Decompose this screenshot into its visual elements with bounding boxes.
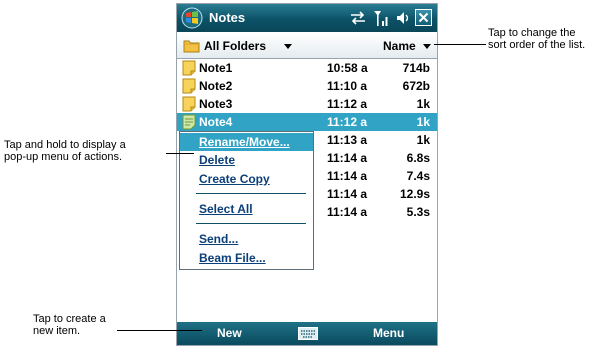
note-size: 1k: [416, 97, 430, 111]
device-screen: Notes All Folders Name Note1 10:58 a 714…: [176, 3, 438, 346]
title-bar: Notes: [177, 4, 437, 32]
callout-leader-line: [434, 44, 486, 45]
note-time: 11:14 a: [327, 151, 368, 165]
note-time: 10:58 a: [327, 61, 368, 75]
note-size: 1k: [416, 133, 430, 147]
callout-text: Tap to create a: [33, 313, 106, 325]
note-size: 714b: [402, 61, 430, 75]
menu-item-beam-file[interactable]: Beam File...: [180, 249, 313, 267]
callout-leader-line: [117, 330, 202, 331]
note-size: 12.9s: [399, 187, 430, 201]
callout-new-item: Tap to create a new item.: [33, 313, 106, 337]
list-item[interactable]: Note3 11:12 a 1k: [177, 95, 437, 113]
callout-popup-menu: Tap and hold to display a pop-up menu of…: [4, 139, 126, 163]
menu-item-create-copy[interactable]: Create Copy: [180, 170, 313, 188]
list-item[interactable]: Note1 10:58 a 714b: [177, 59, 437, 77]
folder-bar: All Folders Name: [177, 33, 437, 59]
note-size: 672b: [402, 79, 430, 93]
menu-item-label: Send...: [199, 232, 239, 246]
app-title: Notes: [209, 10, 246, 25]
callout-text: sort order of the list.: [488, 39, 586, 51]
volume-icon[interactable]: [395, 9, 411, 27]
menu-softkey[interactable]: Menu: [373, 326, 404, 340]
note-name: Note1: [199, 61, 233, 75]
note-icon: [182, 60, 196, 76]
list-item-selected[interactable]: Note4 11:12 a 1k: [177, 113, 437, 131]
note-name: Note4: [199, 115, 233, 129]
menu-divider: [196, 193, 306, 194]
note-time: 11:10 a: [327, 79, 368, 93]
note-time: 11:14 a: [327, 205, 368, 219]
menu-item-delete[interactable]: Delete: [180, 151, 313, 169]
note-name: Note3: [199, 97, 233, 111]
callout-text: new item.: [33, 325, 81, 337]
keyboard-icon[interactable]: [298, 327, 318, 340]
sort-dropdown[interactable]: Name: [383, 39, 416, 53]
context-menu: Rename/Move... Delete Create Copy Select…: [179, 131, 314, 270]
signal-strength-icon[interactable]: [373, 9, 389, 27]
note-icon: [182, 78, 196, 94]
new-softkey[interactable]: New: [217, 326, 242, 340]
menu-item-send[interactable]: Send...: [180, 230, 313, 248]
menu-item-label: Rename/Move...: [199, 135, 290, 149]
note-icon: [182, 96, 196, 112]
close-button[interactable]: [415, 9, 432, 26]
windows-start-icon[interactable]: [181, 7, 203, 29]
menu-item-rename-move[interactable]: Rename/Move...: [180, 133, 313, 151]
menu-item-label: Beam File...: [199, 251, 266, 265]
note-size: 6.8s: [406, 151, 430, 165]
callout-text: Tap and hold to display a: [4, 139, 126, 151]
menu-divider: [196, 223, 306, 224]
folder-icon: [183, 40, 200, 53]
folder-dropdown[interactable]: All Folders: [204, 39, 266, 53]
note-time: 11:13 a: [327, 133, 368, 147]
menu-item-label: Select All: [199, 202, 253, 216]
softkey-bar: New Menu: [177, 322, 437, 345]
note-time: 11:14 a: [327, 169, 368, 183]
close-icon: [418, 12, 429, 23]
note-time: 11:12 a: [327, 97, 368, 111]
note-size: 1k: [416, 115, 430, 129]
chevron-down-icon[interactable]: [284, 44, 292, 49]
note-name: Note2: [199, 79, 233, 93]
callout-leader-line: [166, 153, 194, 154]
drawing-note-icon: [182, 114, 196, 130]
note-time: 11:14 a: [327, 187, 368, 201]
callout-sort-order: Tap to change the sort order of the list…: [488, 27, 585, 51]
menu-item-label: Create Copy: [199, 172, 270, 186]
list-item[interactable]: Note2 11:10 a 672b: [177, 77, 437, 95]
menu-item-select-all[interactable]: Select All: [180, 200, 313, 218]
note-size: 7.4s: [406, 169, 430, 183]
note-time: 11:12 a: [327, 115, 368, 129]
note-size: 5.3s: [406, 205, 430, 219]
menu-item-label: Delete: [199, 153, 236, 167]
chevron-down-icon[interactable]: [423, 44, 431, 49]
callout-text: pop-up menu of actions.: [4, 151, 123, 163]
connectivity-icon[interactable]: [349, 9, 367, 27]
callout-text: Tap to change the: [488, 27, 576, 39]
